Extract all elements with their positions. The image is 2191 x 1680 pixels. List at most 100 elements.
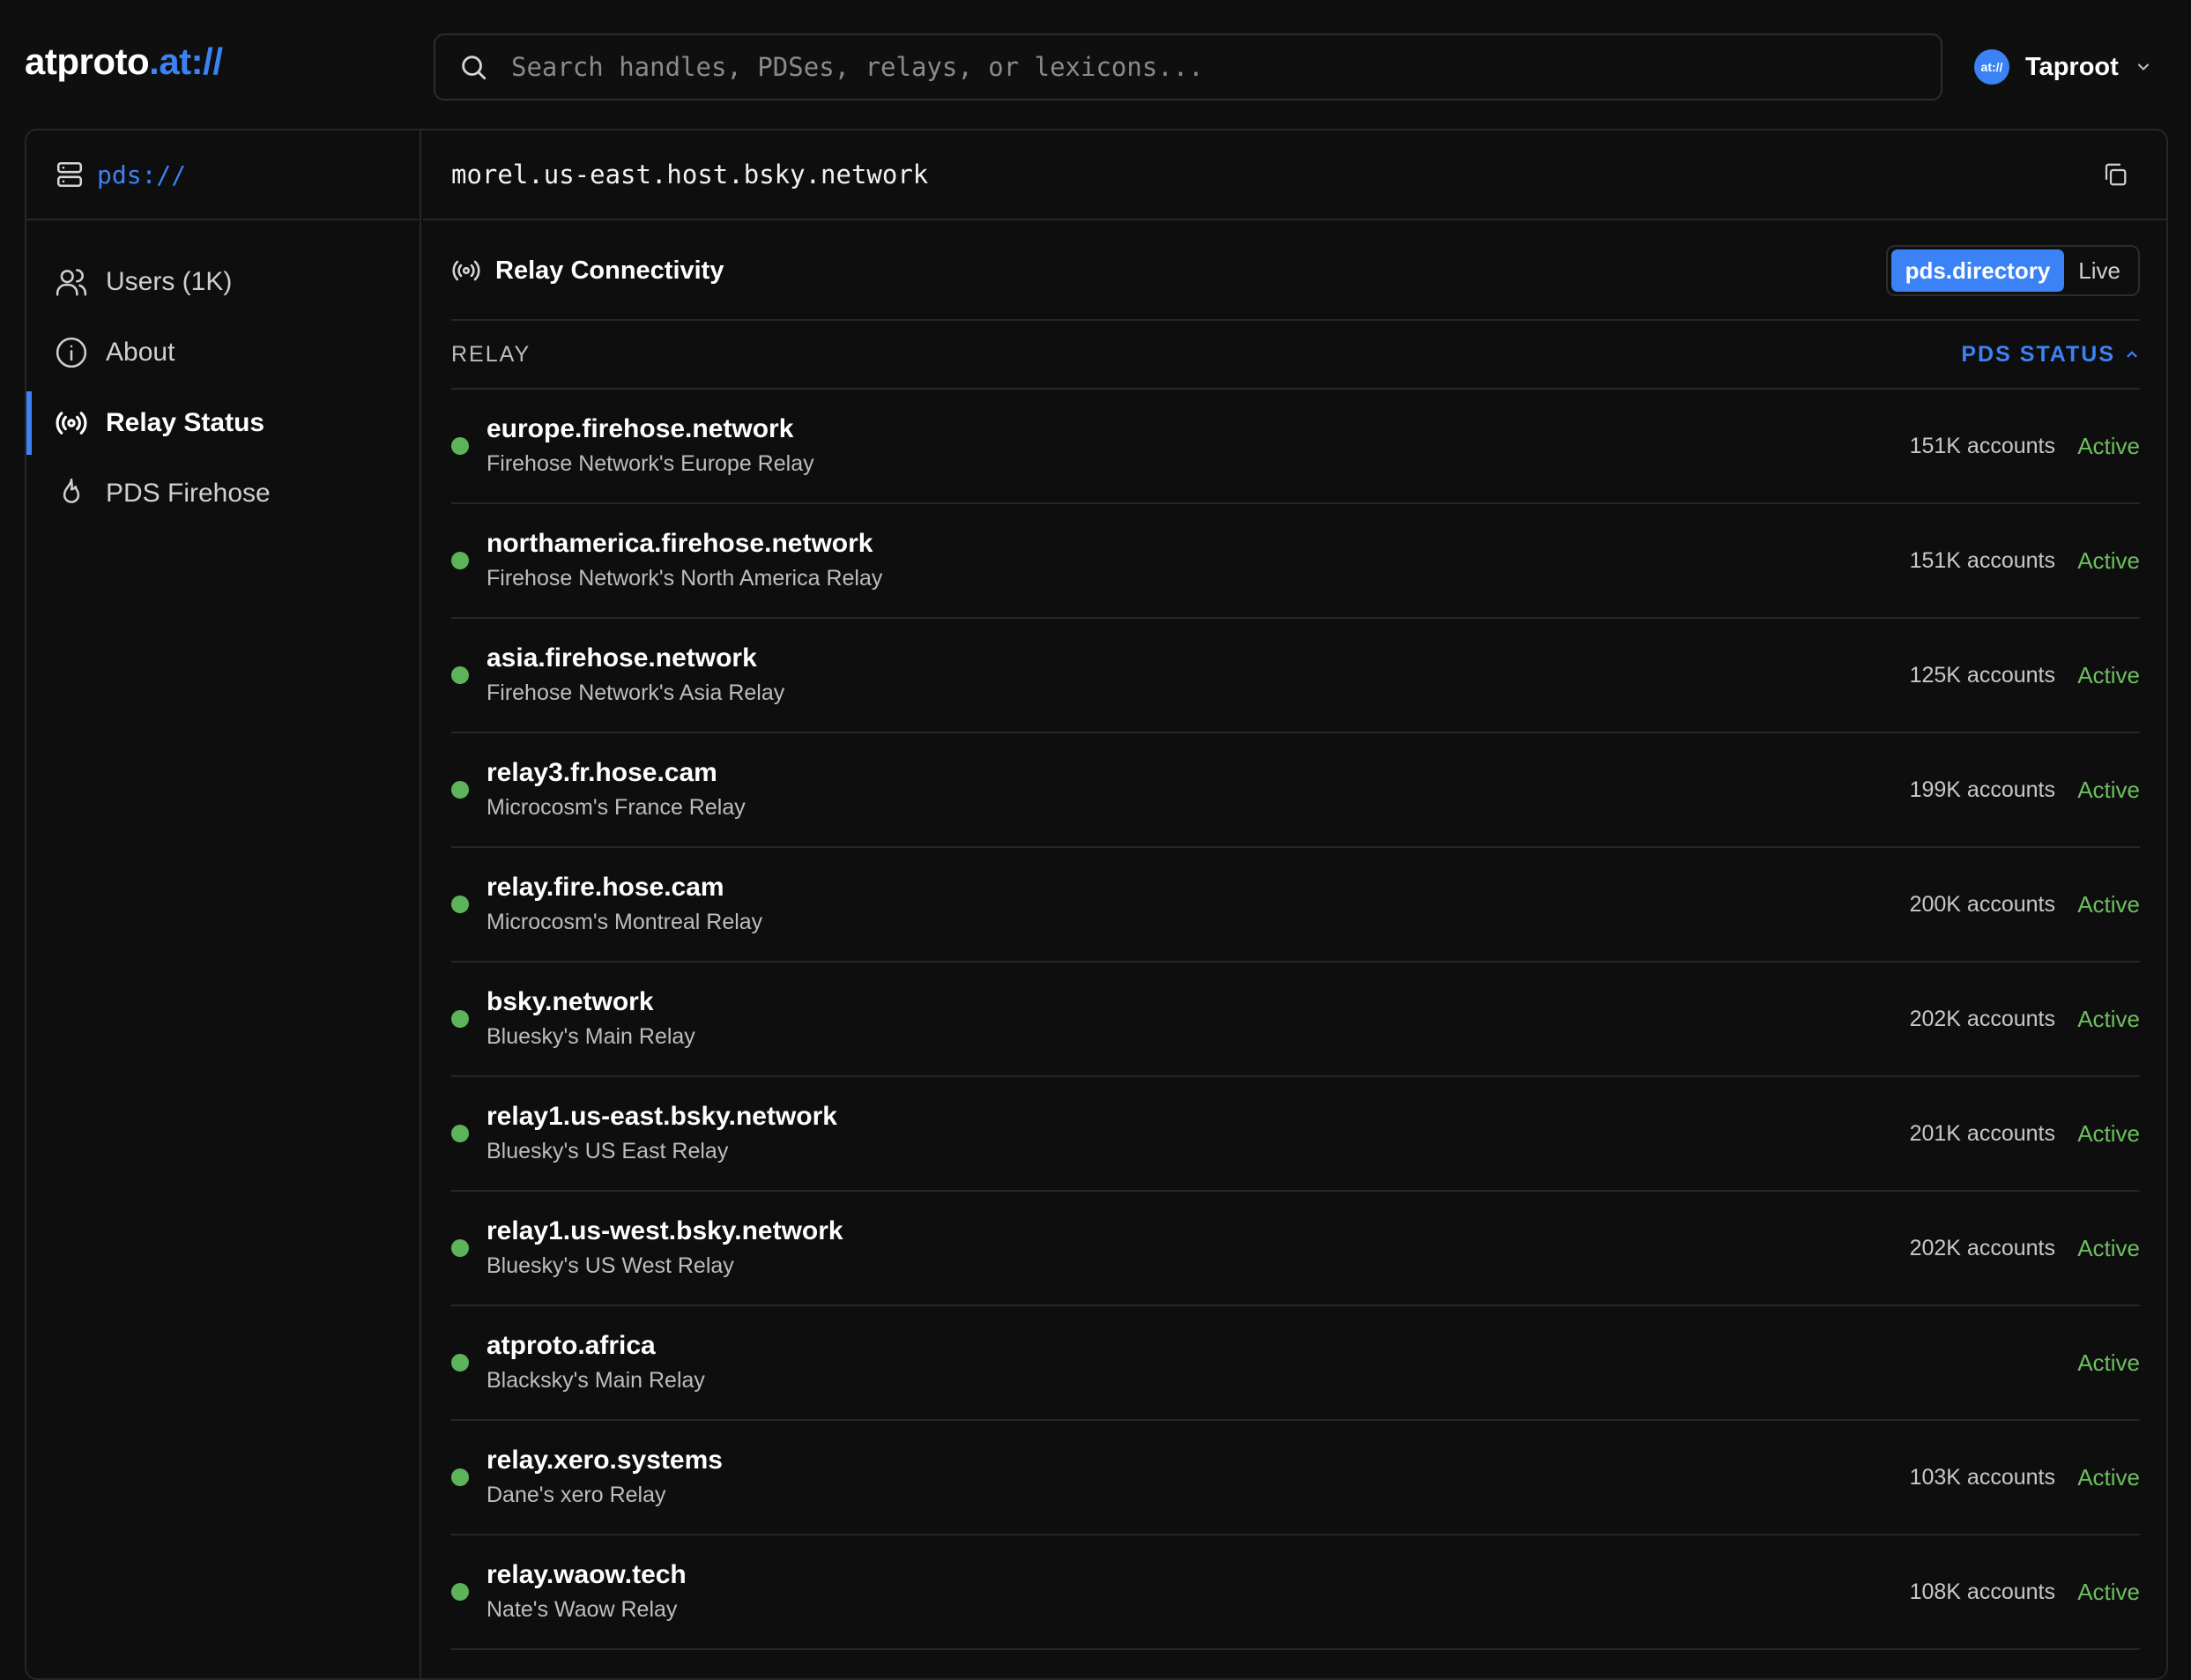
toggle-live[interactable]: Live [2064, 249, 2135, 292]
status-dot [451, 437, 469, 455]
sidebar-item-label: Relay Status [106, 408, 265, 437]
status-badge: Active [2077, 1578, 2140, 1605]
relay-host: asia.firehose.network [486, 643, 757, 673]
relay-description: Bluesky's Main Relay [486, 1024, 695, 1049]
copy-button[interactable] [2098, 157, 2133, 192]
relay-host: bsky.network [486, 987, 654, 1016]
relay-section: Relay Connectivity pds.directory Live RE… [451, 222, 2140, 1650]
sidebar-header: pds:// [26, 130, 420, 220]
status-badge: Active [2077, 890, 2140, 918]
relay-list: europe.firehose.network Firehose Network'… [451, 390, 2140, 1650]
table-row[interactable]: relay.xero.systems Dane's xero Relay 103K … [451, 1421, 2140, 1535]
status-dot [451, 666, 469, 684]
status-dot [451, 1468, 469, 1486]
status-badge: Active [2077, 776, 2140, 803]
relay-accounts: 202K accounts [1909, 1235, 2055, 1260]
table-row[interactable]: relay3.fr.hose.cam Microcosm's France Rel… [451, 733, 2140, 848]
table-row[interactable]: relay.waow.tech Nate's Waow Relay 108K acc… [451, 1535, 2140, 1650]
sidebar-item-label: Users (1K) [106, 267, 233, 296]
table-row[interactable]: relay.fire.hose.cam Microcosm's Montreal … [451, 848, 2140, 963]
relay-host: atproto.africa [486, 1331, 656, 1360]
app-logo[interactable]: atproto.at:// [25, 41, 223, 83]
search-box[interactable] [434, 33, 1942, 100]
copy-icon [2105, 163, 2127, 186]
status-badge: Active [2077, 1234, 2140, 1261]
column-header-status: PDS STATUS [1961, 341, 2115, 367]
status-badge: Active [2077, 661, 2140, 688]
chevron-up-icon [2127, 351, 2137, 358]
relay-accounts: 199K accounts [1909, 777, 2055, 802]
status-badge: Active [2077, 1119, 2140, 1147]
relay-accounts: 108K accounts [1909, 1579, 2055, 1604]
pds-host: morel.us-east.host.bsky.network [451, 160, 929, 190]
relay-accounts: 201K accounts [1909, 1120, 2055, 1146]
relay-accounts: 200K accounts [1909, 891, 2055, 917]
relay-description: Blacksky's Main Relay [486, 1368, 705, 1393]
status-dot [451, 1354, 469, 1372]
section-header: Relay Connectivity pds.directory Live [451, 222, 2140, 321]
column-header-relay: RELAY [451, 341, 531, 367]
relay-accounts: 151K accounts [1909, 547, 2055, 573]
flame-icon [63, 478, 80, 503]
status-dot [451, 1125, 469, 1142]
column-header-status-sort[interactable]: PDS STATUS [1961, 342, 2140, 368]
section-title-text: Relay Connectivity [495, 256, 724, 285]
relay-accounts: 151K accounts [1909, 433, 2055, 458]
sidebar-item-relay-status[interactable]: Relay Status [26, 388, 420, 458]
relay-description: Dane's xero Relay [486, 1483, 666, 1507]
status-badge: Active [2077, 546, 2140, 574]
sidebar-item-label: PDS Firehose [106, 479, 271, 508]
relay-description: Nate's Waow Relay [486, 1597, 678, 1622]
status-dot [451, 1583, 469, 1601]
relay-description: Firehose Network's Europe Relay [486, 451, 814, 476]
relay-host: relay3.fr.hose.cam [486, 758, 717, 787]
relay-description: Firehose Network's Asia Relay [486, 680, 785, 705]
main-panel: pds:// Users (1K) About Relay Status PDS… [25, 129, 2168, 1680]
relay-description: Microcosm's Montreal Relay [486, 910, 763, 934]
content-area: morel.us-east.host.bsky.network Relay Co… [423, 130, 2166, 1678]
status-dot [451, 552, 469, 569]
section-title: Relay Connectivity [451, 256, 724, 286]
relay-description: Microcosm's France Relay [486, 795, 746, 820]
status-dot [451, 1239, 469, 1257]
table-row[interactable]: relay1.us-east.bsky.network Bluesky's US … [451, 1077, 2140, 1192]
table-row[interactable]: northamerica.firehose.network Firehose Ne… [451, 504, 2140, 619]
relay-host: relay1.us-west.bsky.network [486, 1216, 843, 1245]
table-row[interactable]: bsky.network Bluesky's Main Relay 202K acc… [451, 963, 2140, 1077]
sidebar-title[interactable]: pds:// [97, 160, 186, 190]
sidebar-item-users[interactable]: Users (1K) [26, 247, 420, 317]
table-row[interactable]: asia.firehose.network Firehose Network's … [451, 619, 2140, 733]
sidebar-item-pds-firehose[interactable]: PDS Firehose [26, 458, 420, 529]
sidebar-nav: Users (1K) About Relay Status PDS Fireho… [26, 220, 420, 529]
toggle-pds-directory[interactable]: pds.directory [1890, 249, 2065, 292]
account-name: Taproot [2025, 52, 2119, 81]
table-row[interactable]: europe.firehose.network Firehose Network'… [451, 390, 2140, 504]
sidebar-item-label: About [106, 338, 175, 367]
relay-host: europe.firehose.network [486, 414, 794, 443]
relay-host: relay1.us-east.bsky.network [486, 1102, 837, 1131]
avatar: at:// [1974, 49, 2009, 85]
status-dot [451, 896, 469, 913]
relay-accounts: 103K accounts [1909, 1464, 2055, 1490]
account-menu[interactable]: at:// Taproot [1974, 49, 2152, 85]
server-icon [56, 161, 83, 188]
relay-description: Bluesky's US West Relay [486, 1253, 734, 1278]
table-header: RELAY PDS STATUS [451, 321, 2140, 390]
sidebar-item-about[interactable]: About [26, 317, 420, 388]
source-toggle: pds.directory Live [1885, 245, 2140, 296]
status-badge: Active [2077, 1349, 2140, 1376]
sidebar: pds:// Users (1K) About Relay Status PDS… [26, 130, 421, 1678]
relay-description: Firehose Network's North America Relay [486, 566, 883, 591]
table-row[interactable]: relay1.us-west.bsky.network Bluesky's US … [451, 1192, 2140, 1306]
content-header: morel.us-east.host.bsky.network [423, 130, 2166, 220]
relay-host: relay.fire.hose.cam [486, 873, 724, 902]
search-input[interactable] [511, 52, 1886, 82]
relay-description: Bluesky's US East Relay [486, 1139, 729, 1163]
search-icon [462, 56, 486, 80]
broadcast-icon [56, 412, 87, 435]
top-bar: atproto.at:// at:// Taproot [0, 0, 2191, 130]
relay-host: relay.xero.systems [486, 1446, 723, 1475]
table-row[interactable]: atproto.africa Blacksky's Main Relay Activ… [451, 1306, 2140, 1421]
chevron-down-icon [2137, 63, 2149, 71]
status-dot [451, 781, 469, 799]
